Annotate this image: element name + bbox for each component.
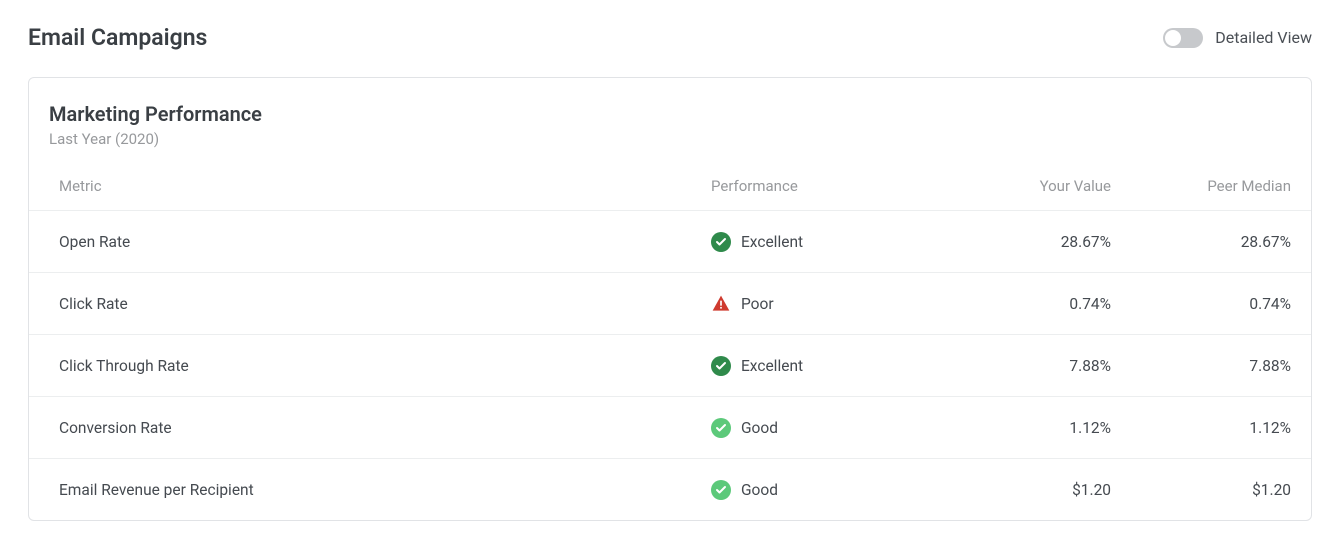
- page-title: Email Campaigns: [28, 24, 207, 51]
- peer-median: 7.88%: [1111, 357, 1291, 375]
- performance-label: Good: [741, 419, 778, 437]
- col-your-value-header: Your Value: [931, 177, 1111, 195]
- performance-label: Excellent: [741, 233, 803, 251]
- detailed-view-toggle[interactable]: [1163, 28, 1203, 48]
- performance-cell: Excellent: [711, 356, 931, 376]
- metric-name: Open Rate: [49, 233, 711, 251]
- performance-cell: Poor: [711, 294, 931, 314]
- metric-name: Click Through Rate: [49, 357, 711, 375]
- table-row: Open Rate Excellent 28.67% 28.67%: [29, 210, 1311, 272]
- checkmark-circle-icon: [711, 480, 731, 500]
- detailed-view-label: Detailed View: [1215, 28, 1312, 47]
- table-row: Click Through Rate Excellent 7.88% 7.88%: [29, 334, 1311, 396]
- performance-cell: Good: [711, 418, 931, 438]
- performance-label: Poor: [741, 295, 774, 313]
- metric-name: Click Rate: [49, 295, 711, 313]
- table-row: Conversion Rate Good 1.12% 1.12%: [29, 396, 1311, 458]
- your-value: $1.20: [931, 481, 1111, 499]
- card-title: Marketing Performance: [49, 102, 1291, 126]
- checkmark-circle-icon: [711, 232, 731, 252]
- detailed-view-toggle-wrap: Detailed View: [1163, 28, 1312, 48]
- toggle-knob-icon: [1165, 30, 1181, 46]
- peer-median: 28.67%: [1111, 233, 1291, 251]
- metrics-table: Metric Performance Your Value Peer Media…: [29, 162, 1311, 520]
- performance-cell: Excellent: [711, 232, 931, 252]
- col-metric-header: Metric: [49, 177, 711, 195]
- your-value: 28.67%: [931, 233, 1111, 251]
- your-value: 0.74%: [931, 295, 1111, 313]
- performance-label: Excellent: [741, 357, 803, 375]
- peer-median: 1.12%: [1111, 419, 1291, 437]
- col-peer-median-header: Peer Median: [1111, 177, 1291, 195]
- metric-name: Conversion Rate: [49, 419, 711, 437]
- your-value: 1.12%: [931, 419, 1111, 437]
- performance-label: Good: [741, 481, 778, 499]
- performance-cell: Good: [711, 480, 931, 500]
- col-performance-header: Performance: [711, 177, 931, 195]
- peer-median: 0.74%: [1111, 295, 1291, 313]
- table-row: Click Rate Poor 0.74% 0.74%: [29, 272, 1311, 334]
- performance-card: Marketing Performance Last Year (2020) M…: [28, 77, 1312, 521]
- table-row: Email Revenue per Recipient Good $1.20 $…: [29, 458, 1311, 520]
- checkmark-circle-icon: [711, 418, 731, 438]
- peer-median: $1.20: [1111, 481, 1291, 499]
- checkmark-circle-icon: [711, 356, 731, 376]
- warning-triangle-icon: [711, 294, 731, 314]
- card-subtitle: Last Year (2020): [49, 130, 1291, 148]
- table-header-row: Metric Performance Your Value Peer Media…: [29, 162, 1311, 210]
- metric-name: Email Revenue per Recipient: [49, 481, 711, 499]
- your-value: 7.88%: [931, 357, 1111, 375]
